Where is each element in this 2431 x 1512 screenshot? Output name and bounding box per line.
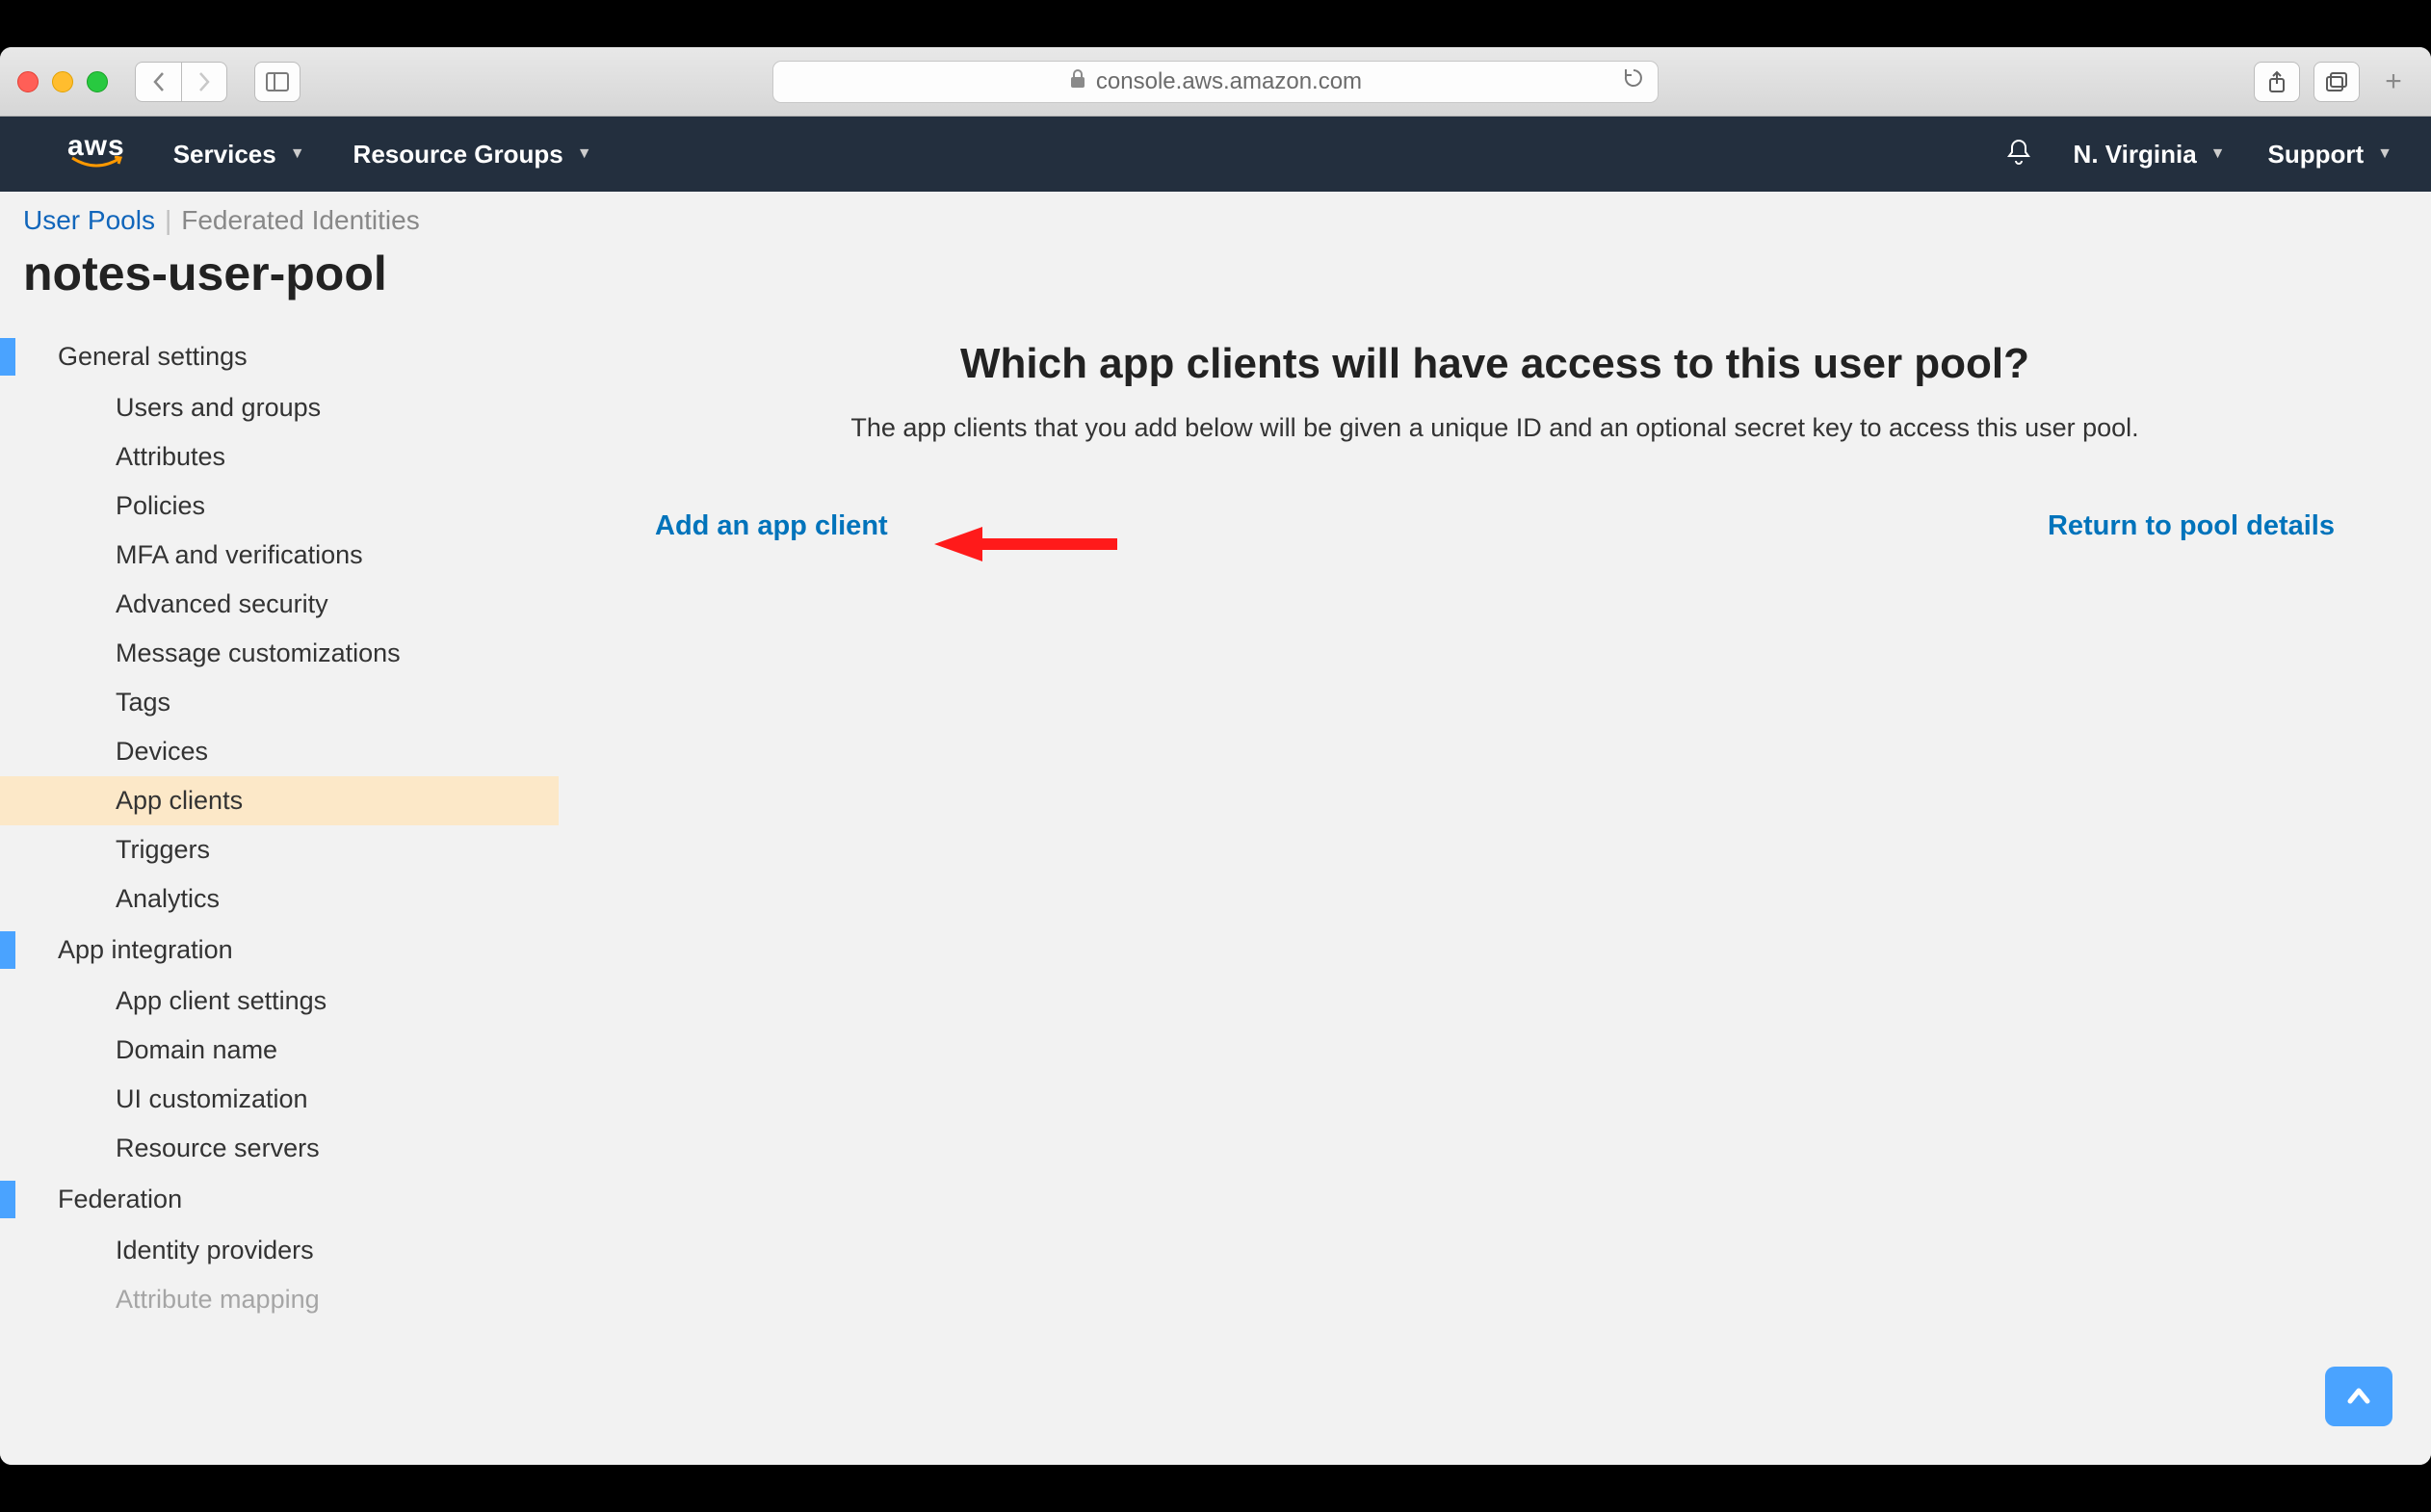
nav-region[interactable]: N. Virginia ▼ [2074, 140, 2226, 169]
aws-logo-text: aws [67, 136, 125, 156]
sidebar-item-analytics[interactable]: Analytics [0, 874, 559, 924]
nav-region-label: N. Virginia [2074, 140, 2197, 169]
forward-button[interactable] [181, 62, 227, 102]
sidebar-item-message-customizations[interactable]: Message customizations [0, 629, 559, 678]
scroll-to-top-button[interactable] [2325, 1367, 2392, 1426]
sidebar-group-label: General settings [58, 342, 248, 371]
sidebar-group-app-integration[interactable]: App integration [0, 924, 559, 977]
content-heading: Which app clients will have access to th… [616, 340, 2373, 388]
sidebar-item-mfa[interactable]: MFA and verifications [0, 531, 559, 580]
share-button[interactable] [2254, 62, 2300, 102]
aws-logo[interactable]: aws [67, 136, 125, 172]
tab-divider: | [165, 205, 171, 236]
sidebar-group-label: App integration [58, 935, 233, 964]
sidebar-toggle-button[interactable] [254, 62, 301, 102]
nav-support[interactable]: Support ▼ [2268, 140, 2393, 169]
sidebar-item-identity-providers[interactable]: Identity providers [0, 1226, 559, 1275]
close-icon[interactable] [17, 71, 39, 92]
window-controls [17, 71, 108, 92]
back-button[interactable] [135, 62, 181, 102]
chevron-down-icon: ▼ [577, 145, 592, 163]
cognito-subtabs: User Pools | Federated Identities [0, 192, 2431, 236]
main-area: General settings Users and groups Attrib… [0, 321, 2431, 1465]
sidebar-item-attributes[interactable]: Attributes [0, 432, 559, 482]
nav-services-label: Services [173, 140, 276, 169]
reload-icon[interactable] [1623, 67, 1644, 95]
tab-user-pools[interactable]: User Pools [23, 205, 155, 236]
sidebar-item-app-clients[interactable]: App clients [0, 776, 559, 825]
browser-window: console.aws.amazon.com + aws Services ▼ [0, 47, 2431, 1465]
tabs-button[interactable] [2313, 62, 2360, 102]
nav-right: N. Virginia ▼ Support ▼ [2006, 138, 2392, 171]
address-bar[interactable]: console.aws.amazon.com [772, 61, 1659, 103]
sidebar-item-domain-name[interactable]: Domain name [0, 1026, 559, 1075]
tab-federated-identities[interactable]: Federated Identities [181, 205, 420, 236]
maximize-icon[interactable] [87, 71, 108, 92]
new-tab-button[interactable]: + [2373, 65, 2414, 98]
add-app-client-link[interactable]: Add an app client [655, 510, 888, 542]
sidebar: General settings Users and groups Attrib… [0, 321, 559, 1465]
return-to-pool-link[interactable]: Return to pool details [2048, 510, 2335, 542]
sidebar-item-app-client-settings[interactable]: App client settings [0, 977, 559, 1026]
sidebar-item-devices[interactable]: Devices [0, 727, 559, 776]
sidebar-item-policies[interactable]: Policies [0, 482, 559, 531]
browser-titlebar: console.aws.amazon.com + [0, 47, 2431, 117]
nav-resource-groups-label: Resource Groups [353, 140, 563, 169]
nav-buttons [135, 62, 227, 102]
sidebar-group-label: Federation [58, 1185, 182, 1213]
annotation-arrow [925, 525, 1127, 563]
sidebar-item-advanced-security[interactable]: Advanced security [0, 580, 559, 629]
sidebar-item-users-and-groups[interactable]: Users and groups [0, 383, 559, 432]
sidebar-item-triggers[interactable]: Triggers [0, 825, 559, 874]
aws-smile-icon [70, 156, 122, 172]
nav-resource-groups[interactable]: Resource Groups ▼ [353, 140, 592, 169]
lock-icon [1069, 68, 1086, 95]
aws-top-nav: aws Services ▼ Resource Groups ▼ N. Virg… [0, 117, 2431, 192]
sidebar-group-federation[interactable]: Federation [0, 1173, 559, 1226]
content-description: The app clients that you add below will … [616, 413, 2373, 443]
sidebar-item-tags[interactable]: Tags [0, 678, 559, 727]
notifications-icon[interactable] [2006, 138, 2031, 171]
content-actions: Add an app client Return to pool details [616, 510, 2373, 542]
chevron-down-icon: ▼ [2377, 145, 2392, 163]
pool-title: notes-user-pool [0, 236, 2431, 321]
nav-services[interactable]: Services ▼ [173, 140, 305, 169]
sidebar-item-attribute-mapping[interactable]: Attribute mapping [0, 1275, 559, 1324]
chevron-down-icon: ▼ [290, 145, 305, 163]
sidebar-item-ui-customization[interactable]: UI customization [0, 1075, 559, 1124]
content-panel: Which app clients will have access to th… [559, 321, 2431, 1465]
minimize-icon[interactable] [52, 71, 73, 92]
toolbar-right: + [2254, 62, 2414, 102]
nav-support-label: Support [2268, 140, 2365, 169]
chevron-down-icon: ▼ [2210, 145, 2226, 163]
sidebar-item-resource-servers[interactable]: Resource servers [0, 1124, 559, 1173]
sidebar-group-general-settings[interactable]: General settings [0, 330, 559, 383]
url-text: console.aws.amazon.com [1096, 68, 1362, 95]
